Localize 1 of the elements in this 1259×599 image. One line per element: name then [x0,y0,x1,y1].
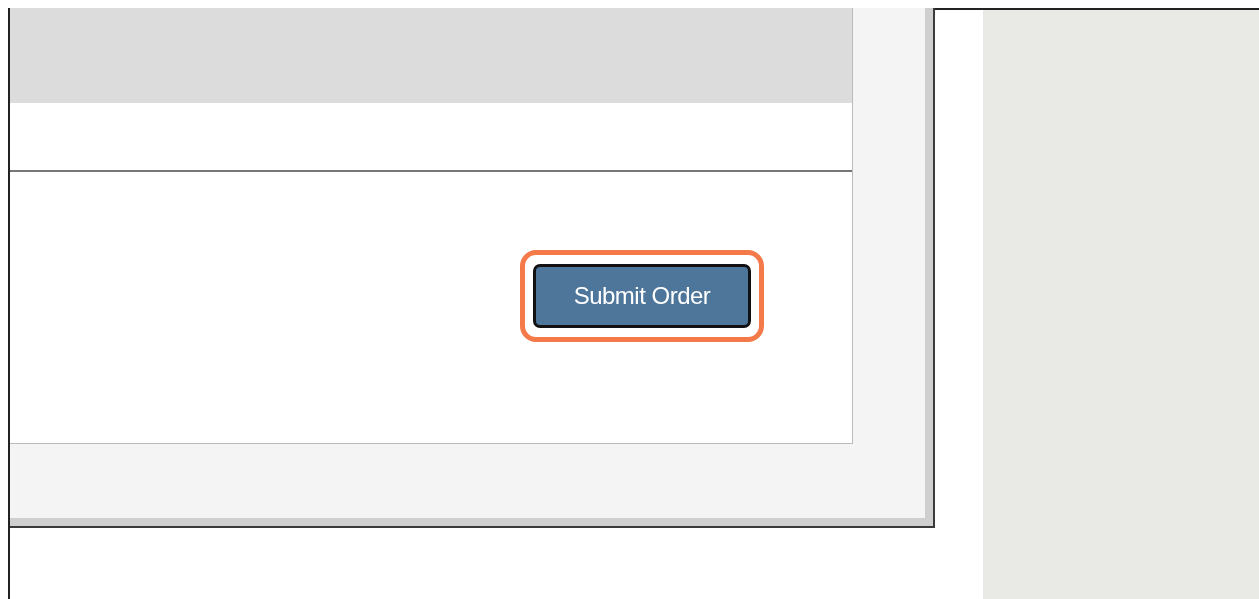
submit-button[interactable]: Submit Order [533,264,751,328]
